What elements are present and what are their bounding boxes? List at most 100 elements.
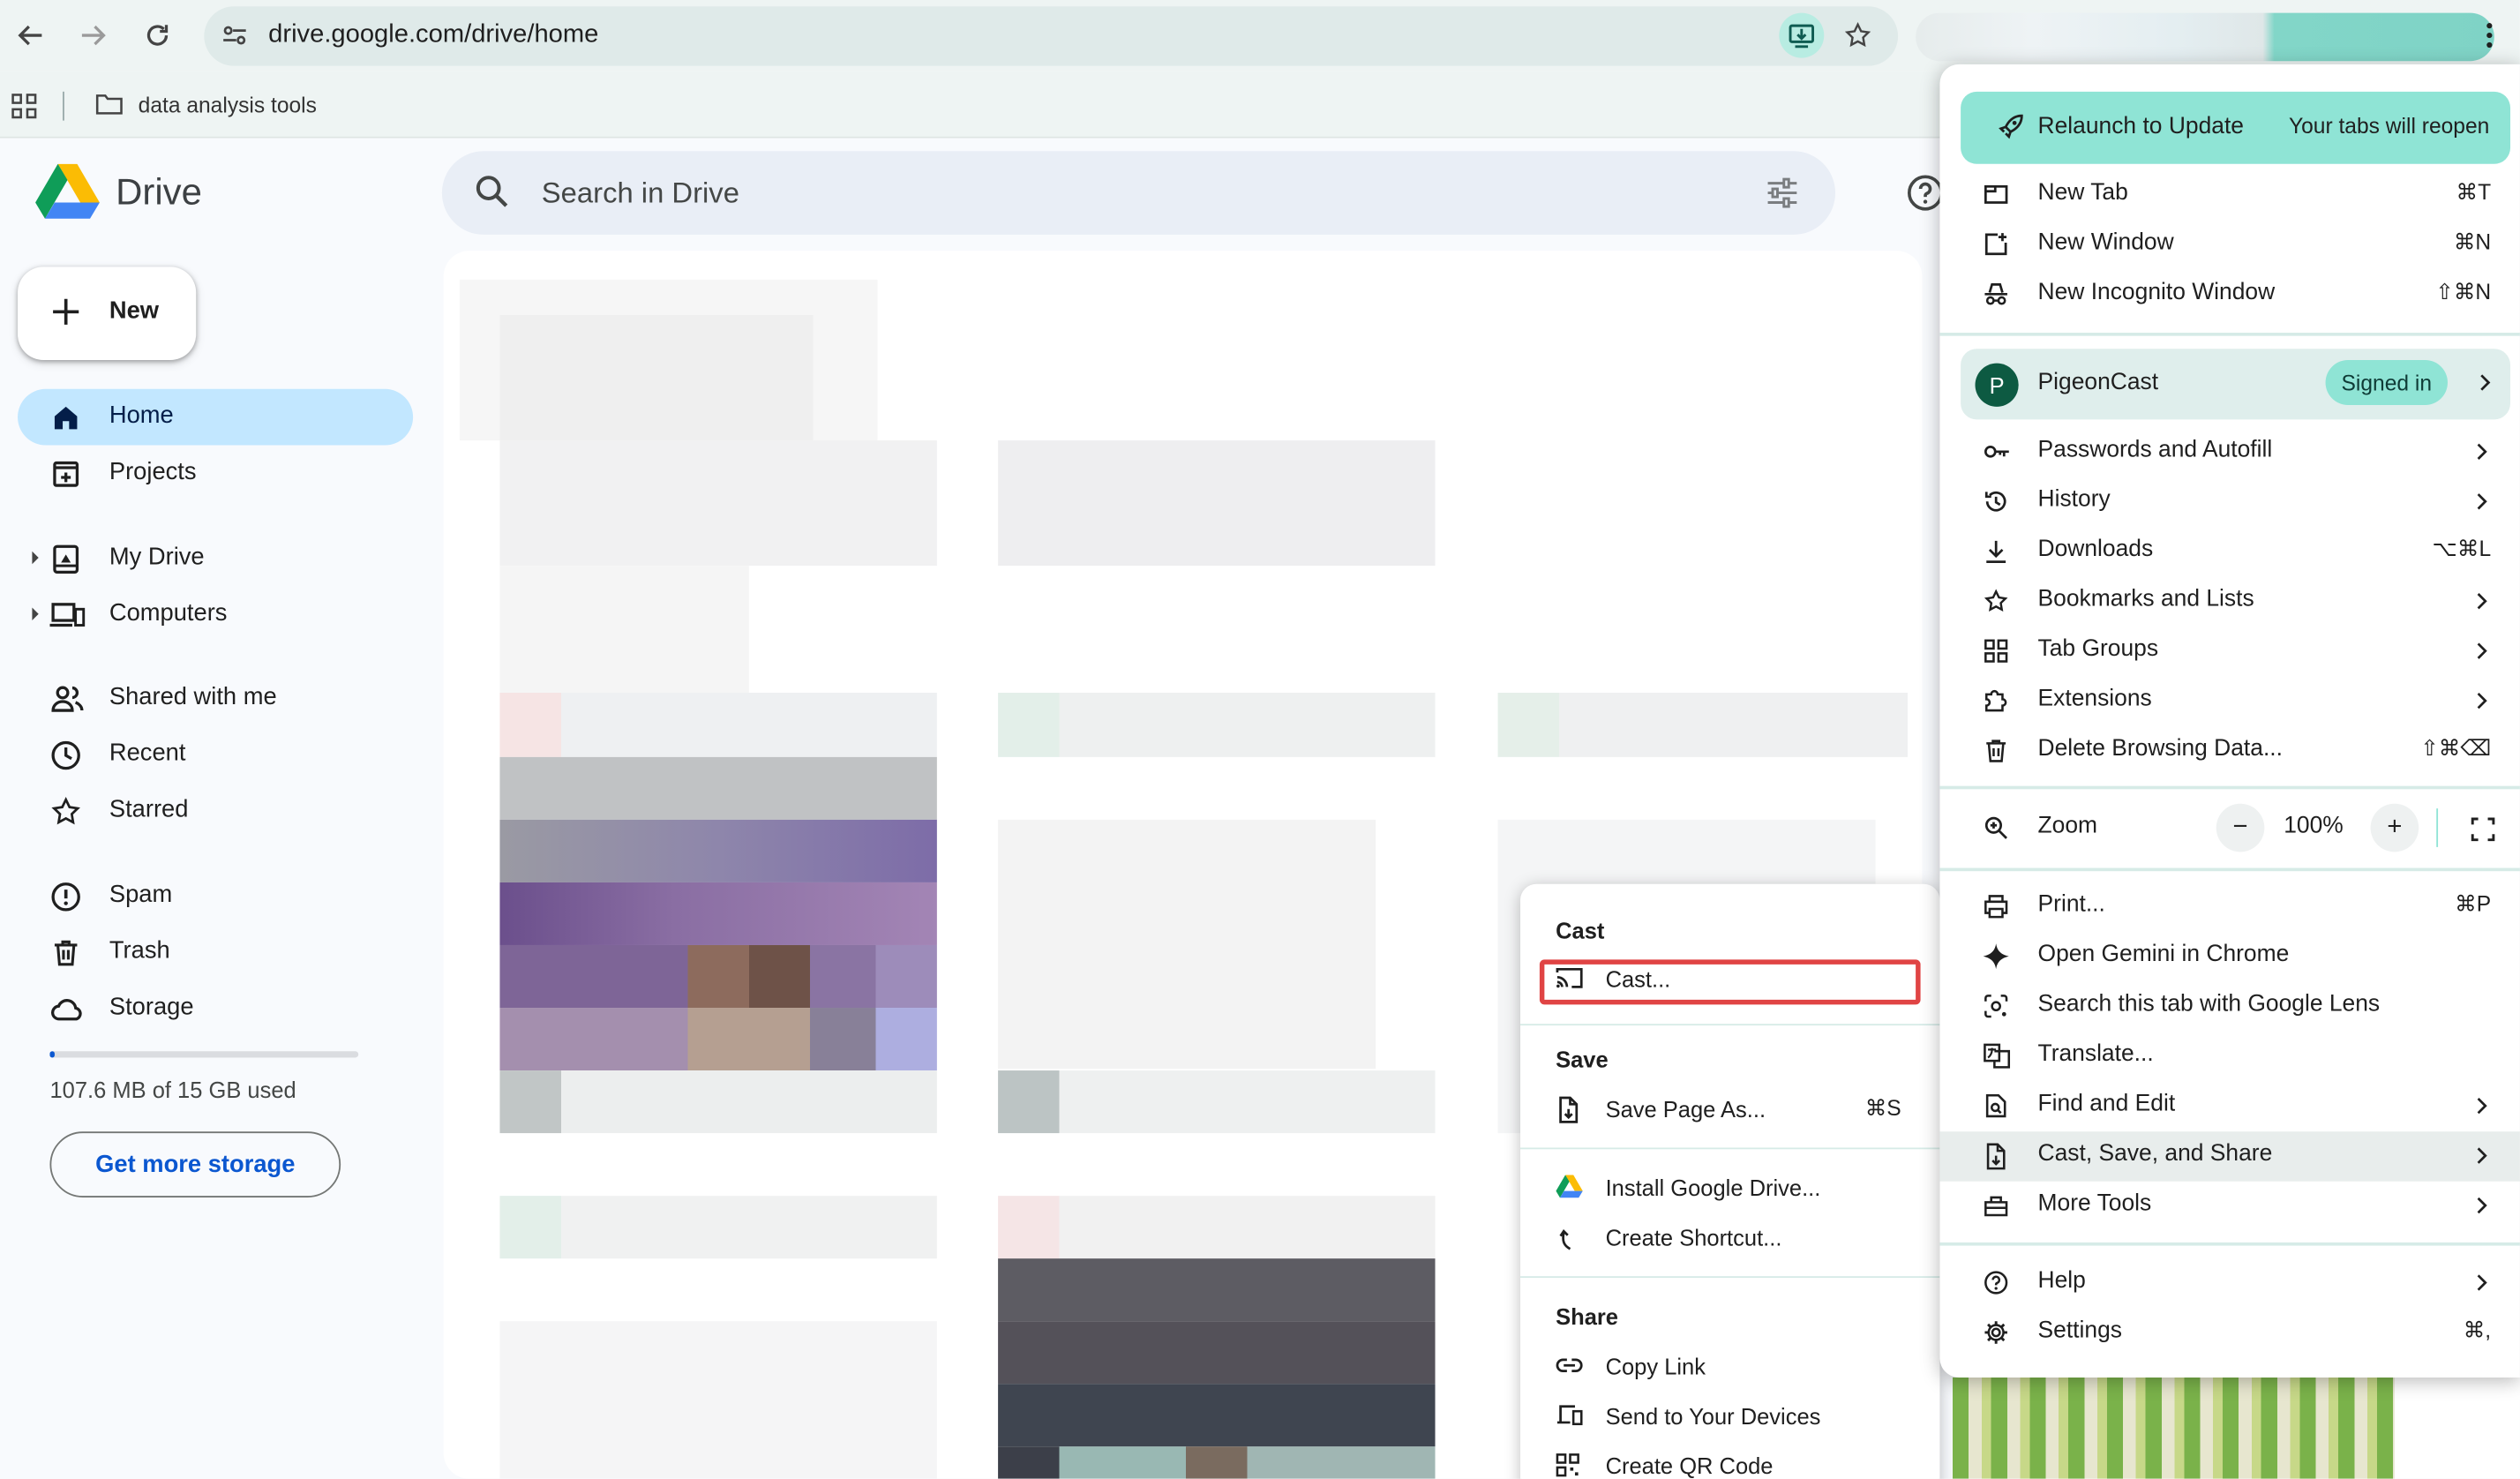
menu-more-tools[interactable]: More Tools [1939, 1182, 2520, 1231]
menu-label: New Tab [2037, 179, 2128, 206]
get-more-storage-button[interactable]: Get more storage [49, 1131, 341, 1197]
lens-icon [1984, 994, 2009, 1019]
search-input[interactable]: Search in Drive [542, 176, 739, 210]
qr-code-icon [1556, 1453, 1579, 1477]
chevron-right-icon [2479, 373, 2492, 393]
zoom-label: Zoom [2037, 813, 2098, 839]
back-button[interactable] [8, 13, 53, 58]
menu-google-lens[interactable]: Search this tab with Google Lens [1939, 982, 2520, 1032]
menu-bookmarks-lists[interactable]: Bookmarks and Lists [1939, 577, 2520, 627]
kebab-menu-icon [2486, 23, 2493, 49]
apps-grid-icon[interactable] [11, 94, 37, 119]
menu-label: Bookmarks and Lists [2037, 586, 2254, 612]
menu-shortcut: ⌘T [2456, 179, 2492, 205]
send-to-devices-item[interactable]: Send to Your Devices [1520, 1392, 1939, 1441]
menu-history[interactable]: History [1939, 477, 2520, 527]
bookmark-star-icon[interactable] [1837, 14, 1879, 56]
nav-item-home[interactable]: Home [18, 388, 414, 446]
drive-logo-icon[interactable] [35, 163, 100, 222]
reload-button[interactable] [135, 13, 180, 58]
folder-icon[interactable] [94, 92, 124, 117]
blurred-profile-area [1916, 12, 2494, 62]
shared-icon [49, 683, 85, 715]
menu-new-window[interactable]: New Window ⌘N [1939, 221, 2520, 270]
menu-label: Cast, Save, and Share [2037, 1141, 2273, 1167]
menu-label: New Incognito Window [2037, 279, 2276, 306]
home-icon [49, 402, 81, 433]
copy-link-item[interactable]: Copy Link [1520, 1342, 1939, 1392]
nav-item-my-drive[interactable]: My Drive [18, 530, 413, 587]
menu-translate[interactable]: Translate... [1939, 1032, 2520, 1081]
my-drive-icon [49, 544, 81, 575]
url-text[interactable]: drive.google.com/drive/home [268, 21, 598, 50]
zoom-in-button[interactable]: + [2370, 803, 2419, 852]
menu-new-tab[interactable]: New Tab ⌘T [1939, 170, 2520, 220]
install-app-icon[interactable] [1779, 12, 1825, 58]
install-google-drive-item[interactable]: Install Google Drive... [1520, 1164, 1939, 1213]
key-icon [1984, 439, 2011, 464]
cloud-icon [49, 994, 85, 1025]
menu-shortcut: ⌥⌘L [2432, 537, 2492, 561]
menu-label: New Window [2037, 229, 2174, 256]
menu-tab-groups[interactable]: Tab Groups [1939, 627, 2520, 676]
nav-item-recent[interactable]: Recent [18, 726, 413, 783]
menu-shortcut: ⇧⌘⌫ [2420, 736, 2492, 761]
nav-item-starred[interactable]: Starred [18, 783, 413, 839]
nav-item-computers[interactable]: Computers [18, 587, 413, 643]
site-info-icon[interactable] [221, 21, 250, 50]
forward-arrow-icon [81, 25, 106, 46]
address-bar[interactable]: drive.google.com/drive/home [204, 6, 1899, 66]
menu-extensions[interactable]: Extensions [1939, 677, 2520, 726]
trash-icon [1984, 738, 2009, 763]
zoom-out-button[interactable]: − [2216, 803, 2265, 852]
save-page-as-item[interactable]: Save Page As... ⌘S [1520, 1085, 1939, 1134]
nav-item-storage[interactable]: Storage [18, 980, 413, 1037]
menu-new-incognito-window[interactable]: New Incognito Window ⇧⌘N [1939, 270, 2520, 319]
drive-search-bar[interactable]: Search in Drive [441, 151, 1836, 235]
rocket-icon [1996, 112, 2025, 141]
menu-label: Downloads [2037, 537, 2154, 563]
menu-open-gemini[interactable]: Open Gemini in Chrome [1939, 932, 2520, 981]
new-button[interactable]: New [18, 267, 197, 360]
chrome-menu-button[interactable] [2471, 16, 2507, 55]
send-devices-label: Send to Your Devices [1605, 1403, 1821, 1430]
incognito-icon [1984, 282, 2009, 307]
cast-item-highlight [1539, 959, 1921, 1005]
menu-label: Translate... [2037, 1041, 2154, 1068]
create-shortcut-item[interactable]: Create Shortcut... [1520, 1213, 1939, 1263]
menu-cast-save-share[interactable]: Cast, Save, and Share [1939, 1131, 2520, 1182]
translate-icon [1984, 1043, 2011, 1069]
help-icon[interactable] [1906, 174, 1945, 213]
expand-caret-icon[interactable] [32, 551, 39, 565]
search-options-icon[interactable] [1765, 176, 1800, 211]
create-qr-code-item[interactable]: Create QR Code [1520, 1442, 1939, 1479]
forward-button[interactable] [71, 13, 116, 58]
fullscreen-icon[interactable] [2459, 808, 2508, 850]
devices-icon [1556, 1403, 1583, 1427]
nav-label: Spam [109, 881, 173, 909]
menu-delete-browsing-data[interactable]: Delete Browsing Data... ⇧⌘⌫ [1939, 726, 2520, 776]
menu-print[interactable]: Print... ⌘P [1939, 882, 2520, 932]
expand-caret-icon[interactable] [32, 607, 39, 621]
menu-shortcut: ⇧⌘N [2435, 279, 2492, 304]
zoom-value: 100% [2284, 813, 2344, 839]
search-icon[interactable] [474, 174, 509, 209]
menu-settings[interactable]: Settings ⌘, [1939, 1309, 2520, 1358]
nav-item-shared-with-me[interactable]: Shared with me [18, 671, 413, 727]
nav-item-spam[interactable]: Spam [18, 868, 413, 925]
nav-item-projects[interactable]: Projects [18, 446, 413, 502]
menu-downloads[interactable]: Downloads ⌥⌘L [1939, 527, 2520, 576]
menu-label: Tab Groups [2037, 636, 2159, 663]
bookmark-folder-label[interactable]: data analysis tools [139, 94, 317, 117]
menu-profile-row[interactable]: P PigeonCast Signed in [1961, 349, 2511, 420]
install-label: Install Google Drive... [1605, 1175, 1821, 1201]
relaunch-to-update-button[interactable]: Relaunch to Update Your tabs will reopen [1961, 91, 2511, 164]
menu-passwords-autofill[interactable]: Passwords and Autofill [1939, 427, 2520, 477]
nav-item-trash[interactable]: Trash [18, 924, 413, 980]
copy-link-label: Copy Link [1605, 1353, 1706, 1379]
chevron-right-icon [2475, 691, 2488, 710]
menu-find-edit[interactable]: Find and Edit [1939, 1082, 2520, 1131]
app-title[interactable]: Drive [116, 170, 202, 214]
menu-help[interactable]: Help [1939, 1258, 2520, 1308]
nav-label: My Drive [109, 543, 205, 571]
